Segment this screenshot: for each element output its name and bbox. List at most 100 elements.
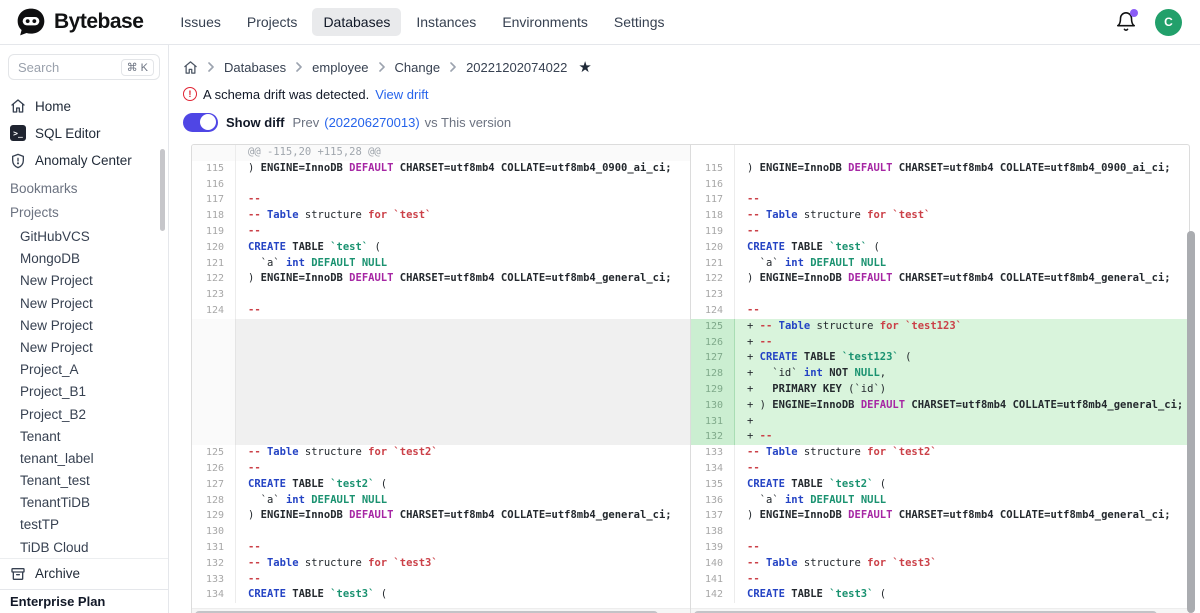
diff-row: 133-- Table structure for `test2` (691, 445, 1189, 461)
nav-item-databases[interactable]: Databases (312, 8, 401, 36)
top-navigation: Bytebase IssuesProjectsDatabasesInstance… (0, 0, 1200, 45)
diff-row: 127CREATE TABLE `test2` ( (192, 477, 690, 493)
sidebar-item-label: Archive (35, 566, 80, 581)
sidebar-item-label: Home (35, 99, 71, 114)
sidebar-item-home[interactable]: Home (0, 92, 168, 119)
diff-row: 116 (691, 177, 1189, 193)
nav-item-projects[interactable]: Projects (236, 8, 309, 36)
diff-row: 124-- (691, 303, 1189, 319)
sidebar-project-item[interactable]: New Project (0, 314, 168, 336)
breadcrumb-item[interactable]: Databases (224, 60, 286, 75)
prev-label: Prev (293, 115, 320, 130)
diff-row-added: 125+ -- Table structure for `test123` (691, 319, 1189, 335)
user-avatar[interactable]: C (1155, 9, 1182, 36)
nav-item-environments[interactable]: Environments (491, 8, 599, 36)
diff-row: 128 `a` int DEFAULT NULL (192, 493, 690, 509)
breadcrumb-item[interactable]: employee (312, 60, 368, 75)
diff-pane-current: 115) ENGINE=InnoDB DEFAULT CHARSET=utf8m… (690, 145, 1189, 613)
main-nav-menu: IssuesProjectsDatabasesInstancesEnvironm… (169, 8, 675, 36)
sidebar-project-item[interactable]: Tenant_test (0, 470, 168, 492)
nav-right-controls: C (1115, 9, 1182, 36)
diff-row: 134CREATE TABLE `test3` ( (192, 587, 690, 603)
diff-hunk-header: @@ -115,20 +115,28 @@ (192, 145, 690, 161)
diff-row: 122) ENGINE=InnoDB DEFAULT CHARSET=utf8m… (691, 271, 1189, 287)
diff-row-added: 127+ CREATE TABLE `test123` ( (691, 350, 1189, 366)
diff-row-placeholder (192, 382, 690, 398)
sidebar-item-label: SQL Editor (35, 126, 101, 141)
diff-row: 139-- (691, 540, 1189, 556)
diff-row: 121 `a` int DEFAULT NULL (691, 256, 1189, 272)
sidebar-project-item[interactable]: TiDB Cloud (0, 536, 168, 558)
sidebar-project-item[interactable]: MongoDB (0, 248, 168, 270)
notification-bell-icon[interactable] (1115, 11, 1137, 33)
nav-item-issues[interactable]: Issues (169, 8, 231, 36)
breadcrumb-item[interactable]: 20221202074022 (466, 60, 567, 75)
diff-row-placeholder (192, 319, 690, 335)
diff-row: 119-- (691, 224, 1189, 240)
diff-row: 118-- Table structure for `test` (192, 208, 690, 224)
sidebar-project-item[interactable]: Project_A (0, 359, 168, 381)
diff-toolbar: Show diff Prev (202206270013) vs This ve… (183, 112, 1200, 132)
sidebar-item-archive[interactable]: Archive (0, 558, 168, 588)
sidebar-project-item[interactable]: New Project (0, 270, 168, 292)
notification-dot (1130, 9, 1138, 17)
diff-row: 116 (192, 177, 690, 193)
show-diff-toggle[interactable] (183, 113, 218, 132)
sidebar-project-list: GitHubVCSMongoDBNew ProjectNew ProjectNe… (0, 225, 168, 558)
diff-row: 117-- (691, 192, 1189, 208)
sidebar-project-item[interactable]: Tenant (0, 425, 168, 447)
bytebase-logo-icon (16, 7, 46, 37)
diff-row: 115) ENGINE=InnoDB DEFAULT CHARSET=utf8m… (192, 161, 690, 177)
sidebar: Search ⌘ K Home >_ SQL Editor Anomaly Ce… (0, 45, 169, 613)
diff-row: 117-- (192, 192, 690, 208)
diff-row: 142CREATE TABLE `test3` ( (691, 587, 1189, 603)
chevron-right-icon (377, 62, 387, 72)
sidebar-project-item[interactable]: TenantTiDB (0, 492, 168, 514)
diff-row-added: 129+ PRIMARY KEY (`id`) (691, 382, 1189, 398)
show-diff-label: Show diff (226, 115, 285, 130)
sidebar-item-anomaly-center[interactable]: Anomaly Center (0, 147, 168, 174)
sidebar-project-item[interactable]: GitHubVCS (0, 225, 168, 247)
view-drift-link[interactable]: View drift (375, 87, 428, 102)
nav-item-settings[interactable]: Settings (603, 8, 676, 36)
breadcrumb-item[interactable]: Change (395, 60, 441, 75)
search-input[interactable]: Search ⌘ K (8, 54, 160, 80)
diff-row (691, 145, 1189, 161)
search-placeholder: Search (18, 60, 59, 75)
star-icon[interactable]: ★ (578, 60, 591, 75)
diff-row-added: 131+ (691, 414, 1189, 430)
sidebar-scrollbar[interactable] (160, 149, 165, 231)
sidebar-section-bookmarks[interactable]: Bookmarks (0, 174, 168, 201)
horizontal-scrollbar-track (691, 608, 1189, 613)
diff-row: 132-- Table structure for `test3` (192, 556, 690, 572)
diff-row: 120CREATE TABLE `test` ( (691, 240, 1189, 256)
toggle-knob (200, 114, 216, 130)
diff-row: 123 (691, 287, 1189, 303)
diff-row: 134-- (691, 461, 1189, 477)
breadcrumb-home-icon[interactable] (183, 60, 198, 75)
sidebar-project-item[interactable]: testTP (0, 514, 168, 536)
sidebar-item-sql-editor[interactable]: >_ SQL Editor (0, 120, 168, 147)
sidebar-item-label: Anomaly Center (35, 153, 132, 168)
sidebar-project-item[interactable]: New Project (0, 292, 168, 314)
sidebar-project-item[interactable]: Project_B1 (0, 381, 168, 403)
diff-row: 122) ENGINE=InnoDB DEFAULT CHARSET=utf8m… (192, 271, 690, 287)
diff-row-added: 128+ `id` int NOT NULL, (691, 366, 1189, 382)
diff-row: 130 (192, 524, 690, 540)
sidebar-project-item[interactable]: Project_B2 (0, 403, 168, 425)
chevron-right-icon (448, 62, 458, 72)
bytebase-logo[interactable]: Bytebase (16, 7, 143, 37)
diff-row-placeholder (192, 414, 690, 430)
sidebar-project-item[interactable]: New Project (0, 336, 168, 358)
diff-row: 125-- Table structure for `test2` (192, 445, 690, 461)
diff-row: 135CREATE TABLE `test2` ( (691, 477, 1189, 493)
sidebar-section-projects[interactable]: Projects (0, 201, 168, 225)
prev-version-link[interactable]: (202206270013) (324, 115, 419, 130)
diff-row: 131-- (192, 540, 690, 556)
diff-row: 136 `a` int DEFAULT NULL (691, 493, 1189, 509)
diff-row-placeholder (192, 366, 690, 382)
diff-row: 141-- (691, 572, 1189, 588)
sidebar-project-item[interactable]: tenant_label (0, 447, 168, 469)
nav-item-instances[interactable]: Instances (405, 8, 487, 36)
page-vertical-scrollbar[interactable] (1187, 231, 1195, 613)
